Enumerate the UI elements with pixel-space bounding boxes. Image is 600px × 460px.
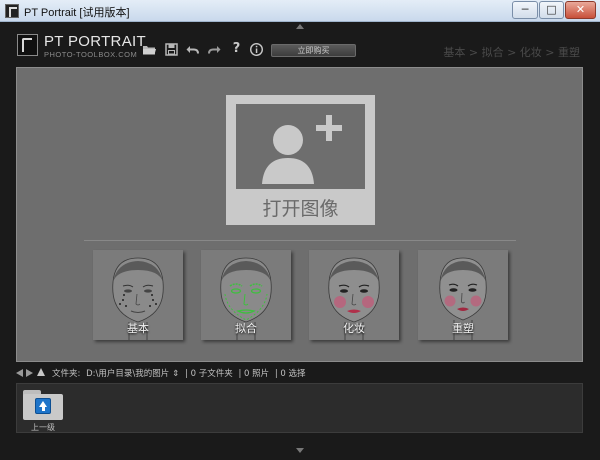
file-browser: 上一级 xyxy=(16,383,583,433)
mode-makeup-button[interactable]: 化妆 xyxy=(309,250,399,340)
mode-fit-button[interactable]: 拟合 xyxy=(201,250,291,340)
mode-reshape-button[interactable]: 重塑 xyxy=(418,250,508,340)
info-icon[interactable] xyxy=(249,42,264,57)
path-dropdown-icon[interactable]: ⇕ xyxy=(172,369,179,379)
window-title: PT Portrait [试用版本] xyxy=(24,7,130,19)
folder-label: 文件夹: xyxy=(52,369,81,379)
parent-folder-label: 上一级 xyxy=(31,423,55,432)
redo-icon[interactable] xyxy=(207,42,222,57)
maximize-button[interactable]: □ xyxy=(539,1,564,19)
folder-open-icon[interactable] xyxy=(142,42,157,57)
logo-url: PHOTO-TOOLBOX.COM xyxy=(44,50,138,59)
save-icon[interactable] xyxy=(164,42,179,57)
path-bar: 文件夹: D:\用户目录\我的图片 ⇕ | 0 子文件夹 | 0 照片 | 0 选… xyxy=(16,366,583,380)
open-image-frame xyxy=(236,104,365,189)
mode-basic-button[interactable]: 基本 xyxy=(93,250,183,340)
collapse-browser-arrow-icon[interactable] xyxy=(296,448,304,453)
photo-count: | 0 照片 xyxy=(238,369,270,379)
open-image-label: 打开图像 xyxy=(262,198,339,220)
mode-basic-label: 基本 xyxy=(127,322,149,335)
selected-count: | 0 选择 xyxy=(274,369,306,379)
up-arrow-icon[interactable] xyxy=(37,368,45,376)
undo-icon[interactable] xyxy=(185,42,200,57)
window-title-bar: PT Portrait [试用版本] ─ □ ✕ xyxy=(0,0,600,22)
forward-arrow-icon[interactable] xyxy=(26,369,33,377)
folder-path[interactable]: D:\用户目录\我的图片 xyxy=(86,369,169,379)
mode-makeup-label: 化妆 xyxy=(343,322,365,335)
workflow-steps: 基本 > 拟合 > 化妆 > 重塑 xyxy=(443,46,580,59)
minimize-button[interactable]: ─ xyxy=(512,1,538,19)
subfolder-count: | 0 子文件夹 xyxy=(185,369,233,379)
close-button[interactable]: ✕ xyxy=(565,1,596,19)
logo-name: PT PORTRAIT xyxy=(44,33,146,50)
logo-mark-icon xyxy=(17,34,38,56)
back-arrow-icon[interactable] xyxy=(16,369,23,377)
mode-reshape-label: 重塑 xyxy=(452,322,474,335)
collapse-toolbar-arrow-icon[interactable] xyxy=(296,24,304,29)
parent-folder-button[interactable]: 上一级 xyxy=(20,387,66,432)
add-person-icon xyxy=(262,115,342,184)
mode-fit-label: 拟合 xyxy=(235,322,257,335)
path-info: 文件夹: D:\用户目录\我的图片 ⇕ | 0 子文件夹 | 0 照片 | 0 选… xyxy=(52,367,309,379)
help-icon[interactable]: ? xyxy=(229,42,244,57)
upload-arrow-icon xyxy=(35,398,51,414)
open-image-button[interactable]: 打开图像 xyxy=(226,95,375,225)
app-icon xyxy=(5,4,19,18)
divider xyxy=(84,240,516,241)
buy-now-button[interactable]: 立即购买 xyxy=(271,44,356,57)
